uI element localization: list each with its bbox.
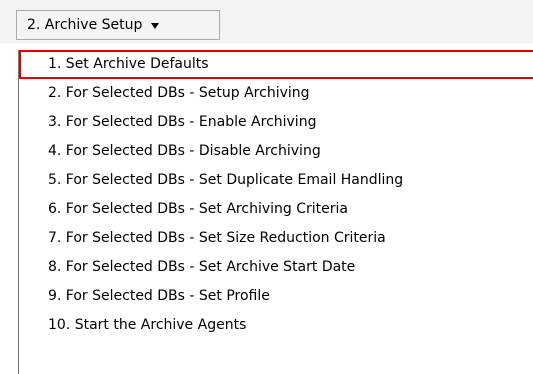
menu-item-size-reduction-criteria[interactable]: 7. For Selected DBs - Set Size Reduction… <box>19 224 533 253</box>
menu-button-label: 2. Archive Setup <box>27 17 143 33</box>
menu-item-disable-archiving[interactable]: 4. For Selected DBs - Disable Archiving <box>19 137 533 166</box>
menu-item-set-profile[interactable]: 9. For Selected DBs - Set Profile <box>19 282 533 311</box>
menu-item-archive-start-date[interactable]: 8. For Selected DBs - Set Archive Start … <box>19 253 533 282</box>
menu-item-enable-archiving[interactable]: 3. For Selected DBs - Enable Archiving <box>19 108 533 137</box>
menu-item-setup-archiving[interactable]: 2. For Selected DBs - Setup Archiving <box>19 79 533 108</box>
menu-item-duplicate-email-handling[interactable]: 5. For Selected DBs - Set Duplicate Emai… <box>19 166 533 195</box>
chevron-down-icon[interactable] <box>151 23 160 29</box>
dropdown-menu-list: 1. Set Archive Defaults 2. For Selected … <box>19 50 533 340</box>
menu-item-set-archive-defaults[interactable]: 1. Set Archive Defaults <box>19 50 533 79</box>
menu-item-archiving-criteria[interactable]: 6. For Selected DBs - Set Archiving Crit… <box>19 195 533 224</box>
menu-item-start-archive-agents[interactable]: 10. Start the Archive Agents <box>19 311 533 340</box>
archive-setup-menu-button[interactable]: 2. Archive Setup <box>16 10 220 40</box>
archive-setup-dropdown: 1. Set Archive Defaults 2. For Selected … <box>18 50 533 374</box>
